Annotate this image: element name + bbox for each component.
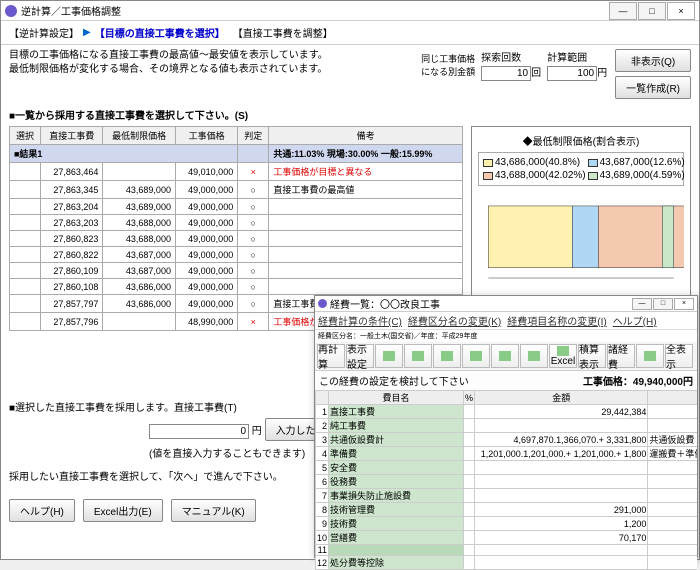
chevron-right-icon: ▶	[83, 27, 91, 38]
legend-item: 43,688,000(42.02%)	[483, 170, 586, 181]
list-create-button[interactable]: 一覧作成(R)	[615, 76, 691, 99]
table-row[interactable]: 6役務費丸めしない	[316, 475, 698, 489]
app-icon	[318, 299, 327, 308]
chart-legend: 43,686,000(40.8%)43,687,000(12.6%)43,688…	[478, 152, 684, 186]
section-header: ■一覧から採用する直接工事費を選択して下さい。(S)	[1, 103, 699, 126]
hide-button[interactable]: 非表示(Q)	[615, 49, 691, 72]
table-header: 最低制限価格	[103, 127, 176, 145]
table-row[interactable]: 7事業損失防止施設費丸めしない	[316, 489, 698, 503]
bottom-label: ■選択した直接工事費を採用します。直接工事費(T)	[9, 403, 237, 414]
menu-item[interactable]: 経費区分名の変更(K)	[408, 313, 501, 328]
ribbon-button[interactable]	[636, 344, 664, 368]
table-row[interactable]: 4準備費1,201,000.1,201,000.+ 1,201,000.+ 1,…	[316, 447, 698, 461]
table-row[interactable]: 27,860,10843,686,00049,000,000○	[10, 279, 463, 295]
ribbon-button[interactable]	[433, 344, 461, 368]
calc-label-1: 探索回数	[481, 53, 521, 64]
table-header: 工事価格	[175, 127, 237, 145]
search-count-input[interactable]	[481, 66, 531, 81]
maximize-button[interactable]: □	[638, 2, 666, 20]
table-row[interactable]: 27,863,46449,010,000×工事価格が目標と異なる	[10, 163, 463, 181]
table-row[interactable]: 2純工事費丸めしない	[316, 419, 698, 433]
table-row[interactable]: 5安全費丸めしない	[316, 461, 698, 475]
calc-range-input[interactable]	[547, 66, 597, 81]
chart-bar	[478, 192, 684, 292]
table-row[interactable]: 27,860,82243,687,00049,000,000○	[10, 247, 463, 263]
chart-title: ◆最低制限価格(割合表示)	[478, 133, 684, 148]
table-row[interactable]: 27,860,10943,687,00049,000,000○	[10, 263, 463, 279]
table-row[interactable]: 27,863,20343,688,00049,000,000○	[10, 215, 463, 231]
ribbon-button[interactable]: 全表示	[665, 344, 693, 368]
adopt-value-input[interactable]	[149, 424, 249, 439]
expense-table: 費目名%金額計算式（ω値）計算式（費目名）丸め 1直接工事費29,442,384…	[315, 390, 697, 570]
menu-item[interactable]: ヘルプ(H)	[613, 313, 657, 328]
table-row[interactable]: 27,863,20443,689,00049,000,000○	[10, 199, 463, 215]
toolbar-label: 【逆計算設定】	[9, 25, 79, 40]
result-note: 共通:11.03% 現場:30.00% 一般:15.99%	[269, 145, 463, 163]
ribbon-button[interactable]: 表示設定	[346, 344, 374, 368]
calc-label-3: 同じ工事価格 になる別金額	[421, 52, 475, 78]
minimize-button[interactable]: —	[609, 2, 637, 20]
legend-item: 43,686,000(40.8%)	[483, 157, 586, 168]
manual-button[interactable]: マニュアル(K)	[171, 499, 256, 522]
ribbon-button[interactable]	[375, 344, 403, 368]
sub-info-left: この経費の設定を検討して下さい	[319, 373, 469, 388]
table-row[interactable]: 11	[316, 545, 698, 556]
table-header: 直接工事費	[41, 127, 103, 145]
table-row[interactable]: 3共通仮設費計4,697,870.1,366,070.+ 3,331,800共通…	[316, 433, 698, 447]
ribbon-button[interactable]	[491, 344, 519, 368]
toolbar-label-2: 【直接工事費を調整】	[233, 25, 333, 40]
table-header: 備考	[269, 127, 463, 145]
window-title: 逆計算／工事価格調整	[21, 3, 609, 18]
menu-item[interactable]: 経費項目名称の変更(I)	[507, 313, 606, 328]
table-row[interactable]: 12処分費等控除	[316, 556, 698, 570]
info-text: 目標の工事価格になる直接工事費の最高値～最安値を表示しています。 最低制限価格が…	[9, 49, 413, 77]
legend-item: 43,687,000(12.6%)	[588, 157, 685, 168]
legend-item: 43,689,000(4.59%)	[588, 170, 685, 181]
calc-label-2: 計算範囲	[547, 53, 587, 64]
ribbon-button[interactable]: 再計算	[317, 344, 345, 368]
table-header: 選択	[10, 127, 41, 145]
table-row[interactable]: 27,860,82343,688,00049,000,000○	[10, 231, 463, 247]
table-row[interactable]: 10営繕費70,170丸めしない	[316, 531, 698, 545]
ribbon-button[interactable]	[404, 344, 432, 368]
close-button[interactable]: ×	[667, 2, 695, 20]
table-row[interactable]: 9技術費1,200丸めしない	[316, 517, 698, 531]
excel-export-button[interactable]: Excel出力(E)	[83, 499, 163, 522]
sub-maximize-button[interactable]: □	[653, 298, 673, 310]
ribbon-button[interactable]: Excel	[549, 344, 577, 368]
link-select-target[interactable]: 【目標の直接工事費を選択】	[95, 25, 225, 40]
help-button[interactable]: ヘルプ(H)	[9, 499, 75, 522]
table-header: 判定	[238, 127, 269, 145]
ribbon-button[interactable]: 積算表示	[578, 344, 606, 368]
sub-close-button[interactable]: ×	[674, 298, 694, 310]
menu-item[interactable]: 経費計算の条件(C)	[318, 313, 402, 328]
ribbon-button[interactable]	[462, 344, 490, 368]
ribbon-button[interactable]: 諸経費	[607, 344, 635, 368]
table-row[interactable]: 1直接工事費29,442,384	[316, 405, 698, 419]
sub-minimize-button[interactable]: —	[632, 298, 652, 310]
sub-window-title: 経費一覧：〇〇改良工事	[330, 296, 632, 311]
ribbon-button[interactable]	[520, 344, 548, 368]
app-icon	[5, 5, 17, 17]
table-row[interactable]: 8技術管理費291,000丸めしない	[316, 503, 698, 517]
table-row[interactable]: 27,863,34543,689,00049,000,000○直接工事費の最高値	[10, 181, 463, 199]
sub-info-right: 工事価格：49,940,000円	[583, 373, 693, 388]
result-label: ■結果1	[10, 145, 238, 163]
